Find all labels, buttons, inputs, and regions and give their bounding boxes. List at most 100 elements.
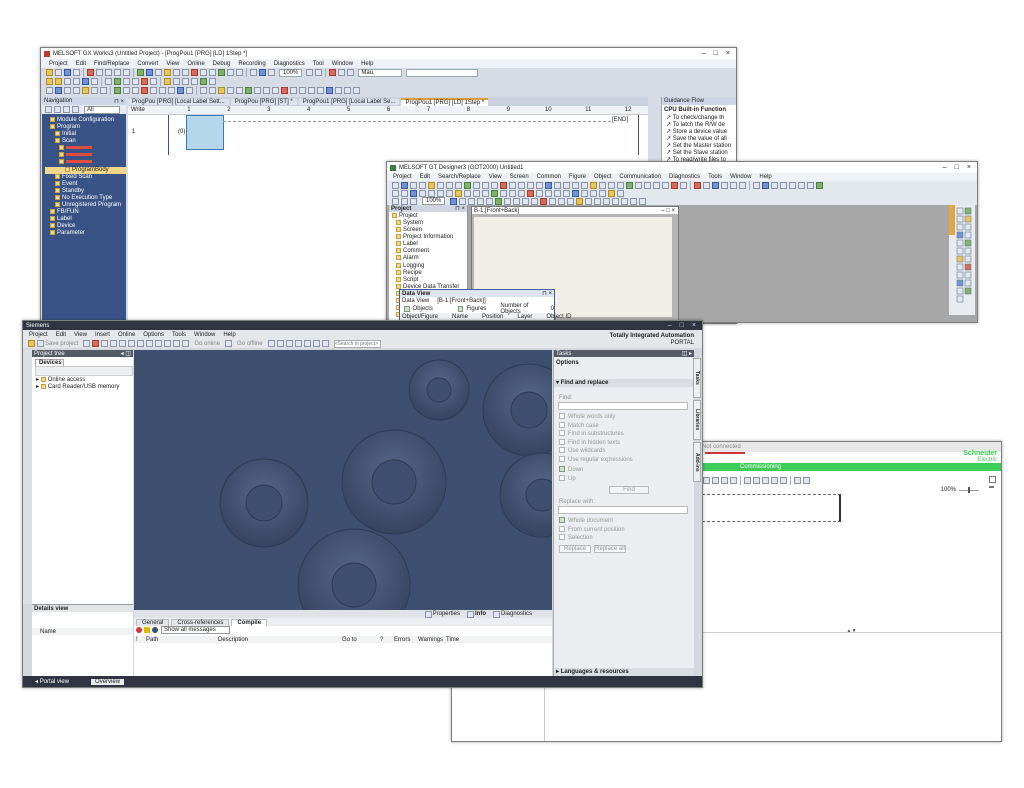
side-tab[interactable]: Tasks — [693, 358, 701, 398]
menu-item[interactable]: View — [489, 174, 502, 180]
device-combo[interactable]: Mau. — [358, 68, 403, 77]
inspector-tab[interactable]: Cross-references — [171, 618, 230, 626]
menu-item[interactable]: View — [166, 61, 179, 67]
go-online-button[interactable]: Go online — [194, 341, 220, 347]
tree-item[interactable]: ProgramBody — [45, 166, 126, 174]
tree-item[interactable]: Project Information — [392, 234, 467, 241]
find-input[interactable] — [558, 402, 688, 410]
tree-item[interactable]: ▸ Online access — [36, 377, 119, 384]
tree-item-placeholder[interactable] — [45, 152, 126, 159]
tree-item[interactable]: System — [392, 220, 467, 227]
tree-item[interactable]: Initial — [45, 131, 126, 138]
languages-resources-header[interactable]: ▸ Languages & resources — [554, 668, 694, 676]
close-icon[interactable]: × — [967, 164, 971, 171]
menu-item[interactable]: Diagnostics — [669, 174, 700, 180]
warning-icon[interactable] — [144, 627, 150, 633]
find-option-checkbox[interactable]: Use regular expressions — [559, 455, 694, 465]
minimize-icon[interactable]: – — [943, 164, 947, 171]
menu-item[interactable]: Edit — [56, 332, 66, 338]
menu-item[interactable]: Tool — [313, 61, 324, 67]
side-tab[interactable]: Libraries — [693, 400, 701, 440]
menu-item[interactable]: Edit — [76, 61, 86, 67]
menu-item[interactable]: Diagnostics — [274, 61, 305, 67]
up-radio[interactable]: Up — [568, 476, 576, 482]
find-option-checkbox[interactable]: Find in substructures — [559, 430, 694, 439]
maximize-icon[interactable]: □ — [955, 164, 959, 171]
menu-item[interactable]: Object — [594, 174, 611, 180]
replace-scope-radio[interactable]: Whole document — [559, 517, 694, 526]
tree-item-placeholder[interactable] — [45, 145, 126, 152]
menu-item[interactable]: Help — [223, 332, 235, 338]
tree-item[interactable]: Label — [45, 216, 126, 223]
tree-item[interactable]: Event — [45, 180, 126, 188]
menu-item[interactable]: Recording — [238, 61, 265, 67]
commissioning-label[interactable]: Commissioning — [740, 464, 781, 470]
tree-item[interactable]: Recipe — [392, 269, 467, 277]
menu-item[interactable]: Find/Replace — [94, 61, 129, 67]
guidance-item[interactable]: ↗ To latch the R/W de — [666, 122, 736, 129]
pin-icon[interactable]: ⊓ × — [455, 205, 465, 212]
find-option-checkbox[interactable]: Use wildcards — [559, 447, 694, 456]
tree-item[interactable]: Parameter — [45, 230, 126, 237]
screen-tab[interactable]: B-1:[Front+Back] — [474, 208, 519, 214]
tree-item[interactable]: No Execution Type — [45, 194, 126, 202]
guidance-item[interactable]: ↗ Set the Slave station — [666, 150, 736, 157]
guidance-item[interactable]: ↗ To check/change th — [666, 115, 736, 122]
tree-item[interactable]: FB/FUN — [45, 209, 126, 216]
objects-radio[interactable]: Objects — [413, 306, 433, 312]
menu-item[interactable]: Project — [29, 332, 48, 338]
down-radio[interactable]: Down — [568, 467, 583, 473]
replace-all-button[interactable]: Replace all — [594, 544, 626, 553]
tree-item[interactable]: Comment — [392, 248, 467, 255]
schneider-splitter[interactable]: ▲▼ — [702, 628, 1001, 634]
replace-input[interactable] — [558, 506, 688, 514]
properties-tab[interactable]: Properties — [433, 611, 460, 617]
menu-item[interactable]: Common — [537, 174, 561, 180]
menu-item[interactable]: Window — [730, 174, 751, 180]
menu-item[interactable]: Project — [393, 174, 412, 180]
tree-item[interactable]: Alarm — [392, 255, 467, 262]
zoom-field[interactable]: 100% — [279, 68, 303, 77]
find-option-checkbox[interactable]: Find in hidden texts — [559, 438, 694, 448]
ladder-cursor[interactable] — [186, 115, 224, 150]
arrow-icon[interactable] — [989, 486, 994, 488]
overview-tab[interactable]: Overview — [91, 678, 125, 685]
menu-item[interactable]: Tools — [172, 332, 186, 338]
menu-item[interactable]: Insert — [95, 332, 110, 338]
nav-filter-select[interactable]: All — [84, 105, 120, 114]
menu-item[interactable]: Online — [118, 332, 135, 338]
close-icon[interactable]: × — [726, 50, 730, 57]
diagnostics-tab[interactable]: Diagnostics — [501, 611, 532, 617]
menu-item[interactable]: Options — [143, 332, 164, 338]
error-icon[interactable] — [136, 627, 142, 633]
minimize-icon[interactable]: – — [668, 322, 672, 329]
gx-title-bar[interactable]: MELSOFT GX Works3 (Untitled Project) - [… — [41, 48, 736, 59]
menu-item[interactable]: Project — [49, 61, 68, 67]
gt-title-bar[interactable]: MELSOFT GT Designer3 (GOT2000) Untitled1… — [387, 162, 977, 173]
bookmark-icon[interactable] — [989, 476, 996, 483]
replace-button[interactable]: Replace — [559, 544, 591, 553]
tree-item[interactable]: Fixed Scan — [45, 173, 126, 181]
guidance-item[interactable]: ↗ Set the Master station — [666, 143, 736, 150]
menu-item[interactable]: Communication — [619, 174, 661, 180]
menu-item[interactable]: Search/Replace — [438, 174, 481, 180]
maximize-icon[interactable]: □ — [680, 322, 684, 329]
menu-item[interactable]: Help — [361, 61, 373, 67]
tia-title-bar[interactable]: Siemens – □ × — [23, 321, 702, 330]
tree-item[interactable]: Unregistered Program — [45, 201, 126, 209]
menu-item[interactable]: Help — [759, 174, 771, 180]
tree-item[interactable]: Project — [392, 213, 467, 220]
portal-view-button[interactable]: ◂ Portal view — [35, 678, 69, 685]
zoom-slider[interactable] — [959, 486, 979, 493]
menu-item[interactable]: Screen — [510, 174, 529, 180]
connection-tab[interactable]: Not connected — [702, 444, 741, 450]
find-option-checkbox[interactable]: Whole words only — [559, 413, 694, 422]
info-icon[interactable] — [152, 627, 158, 633]
editor-tab[interactable]: ProgPou1 [PRG] [LD] 1Step * — [401, 97, 489, 106]
find-button[interactable]: Find — [609, 486, 649, 494]
inspector-tab[interactable]: Compile — [231, 618, 268, 626]
search-in-project-input[interactable] — [333, 339, 381, 348]
go-offline-button[interactable]: Go offline — [237, 341, 263, 347]
menu-item[interactable]: Window — [194, 332, 215, 338]
editor-tab[interactable]: ProgPou [PRG] [Local Label Sett... — [128, 98, 229, 105]
